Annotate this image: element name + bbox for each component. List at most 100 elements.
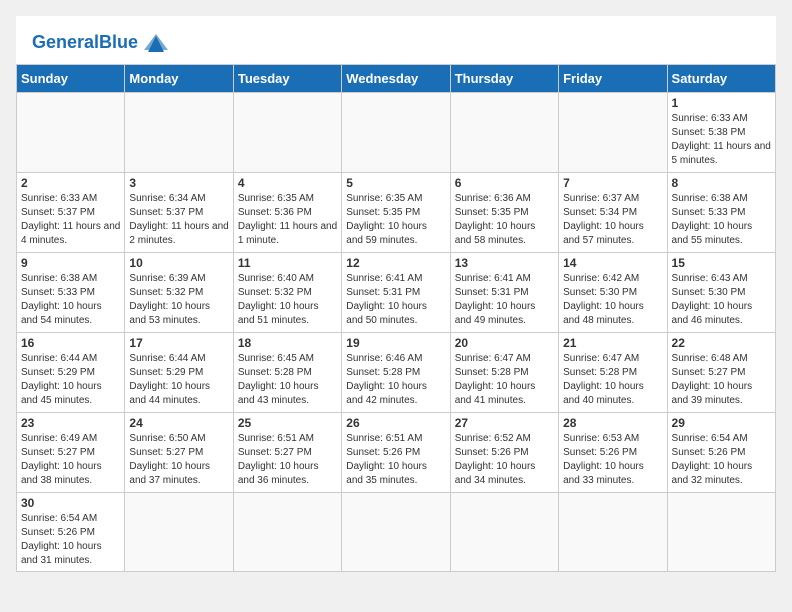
calendar-cell-1-3: 5 Sunrise: 6:35 AMSunset: 5:35 PMDaylight… [342,173,450,253]
day-number: 9 [21,256,120,270]
calendar-cell-4-6: 29 Sunrise: 6:54 AMSunset: 5:26 PMDayligh… [667,413,775,493]
logo-text: GeneralBlue [32,32,138,53]
day-number: 4 [238,176,337,190]
day-number: 23 [21,416,120,430]
day-info: Sunrise: 6:40 AMSunset: 5:32 PMDaylight:… [238,272,337,328]
day-header-friday: Friday [559,65,667,93]
calendar-cell-4-2: 25 Sunrise: 6:51 AMSunset: 5:27 PMDayligh… [233,413,341,493]
calendar-cell-5-3 [342,493,450,572]
calendar-cell-3-5: 21 Sunrise: 6:47 AMSunset: 5:28 PMDayligh… [559,333,667,413]
logo-general: General [32,32,99,52]
day-number: 15 [672,256,771,270]
day-number: 29 [672,416,771,430]
calendar-cell-3-4: 20 Sunrise: 6:47 AMSunset: 5:28 PMDayligh… [450,333,558,413]
calendar-cell-0-1 [125,93,233,173]
day-info: Sunrise: 6:38 AMSunset: 5:33 PMDaylight:… [21,272,120,328]
calendar-cell-5-5 [559,493,667,572]
day-info: Sunrise: 6:50 AMSunset: 5:27 PMDaylight:… [129,432,228,488]
day-number: 10 [129,256,228,270]
day-number: 18 [238,336,337,350]
day-info: Sunrise: 6:54 AMSunset: 5:26 PMDaylight:… [21,512,120,568]
calendar-cell-2-1: 10 Sunrise: 6:39 AMSunset: 5:32 PMDayligh… [125,253,233,333]
day-info: Sunrise: 6:43 AMSunset: 5:30 PMDaylight:… [672,272,771,328]
day-info: Sunrise: 6:38 AMSunset: 5:33 PMDaylight:… [672,192,771,248]
day-info: Sunrise: 6:51 AMSunset: 5:27 PMDaylight:… [238,432,337,488]
day-info: Sunrise: 6:53 AMSunset: 5:26 PMDaylight:… [563,432,662,488]
day-number: 19 [346,336,445,350]
calendar-week-4: 23 Sunrise: 6:49 AMSunset: 5:27 PMDayligh… [17,413,776,493]
day-number: 13 [455,256,554,270]
calendar-cell-0-2 [233,93,341,173]
day-info: Sunrise: 6:49 AMSunset: 5:27 PMDaylight:… [21,432,120,488]
day-number: 24 [129,416,228,430]
calendar-cell-0-3 [342,93,450,173]
calendar-cell-3-3: 19 Sunrise: 6:46 AMSunset: 5:28 PMDayligh… [342,333,450,413]
day-number: 16 [21,336,120,350]
day-info: Sunrise: 6:41 AMSunset: 5:31 PMDaylight:… [455,272,554,328]
day-info: Sunrise: 6:33 AMSunset: 5:37 PMDaylight:… [21,192,120,248]
calendar-cell-5-4 [450,493,558,572]
calendar-cell-1-6: 8 Sunrise: 6:38 AMSunset: 5:33 PMDaylight… [667,173,775,253]
calendar-table: SundayMondayTuesdayWednesdayThursdayFrid… [16,64,776,572]
calendar-cell-4-3: 26 Sunrise: 6:51 AMSunset: 5:26 PMDayligh… [342,413,450,493]
day-number: 22 [672,336,771,350]
day-number: 20 [455,336,554,350]
calendar-cell-5-6 [667,493,775,572]
day-number: 17 [129,336,228,350]
calendar-header-row: SundayMondayTuesdayWednesdayThursdayFrid… [17,65,776,93]
day-info: Sunrise: 6:47 AMSunset: 5:28 PMDaylight:… [455,352,554,408]
day-number: 12 [346,256,445,270]
calendar-cell-2-6: 15 Sunrise: 6:43 AMSunset: 5:30 PMDayligh… [667,253,775,333]
calendar-week-1: 2 Sunrise: 6:33 AMSunset: 5:37 PMDaylight… [17,173,776,253]
day-info: Sunrise: 6:46 AMSunset: 5:28 PMDaylight:… [346,352,445,408]
calendar-cell-2-0: 9 Sunrise: 6:38 AMSunset: 5:33 PMDaylight… [17,253,125,333]
calendar-cell-5-0: 30Sunrise: 6:54 AMSunset: 5:26 PMDayligh… [17,493,125,572]
calendar-cell-3-1: 17Sunrise: 6:44 AMSunset: 5:29 PMDayligh… [125,333,233,413]
calendar-cell-5-1 [125,493,233,572]
day-number: 5 [346,176,445,190]
calendar-cell-4-4: 27Sunrise: 6:52 AMSunset: 5:26 PMDayligh… [450,413,558,493]
day-number: 11 [238,256,337,270]
day-number: 25 [238,416,337,430]
calendar-cell-2-3: 12 Sunrise: 6:41 AMSunset: 5:31 PMDayligh… [342,253,450,333]
day-number: 1 [672,96,771,110]
day-info: Sunrise: 6:44 AMSunset: 5:29 PMDaylight:… [21,352,120,408]
calendar-cell-3-6: 22Sunrise: 6:48 AMSunset: 5:27 PMDayligh… [667,333,775,413]
calendar-cell-5-2 [233,493,341,572]
day-number: 3 [129,176,228,190]
day-header-monday: Monday [125,65,233,93]
day-header-sunday: Sunday [17,65,125,93]
calendar-cell-1-5: 7Sunrise: 6:37 AMSunset: 5:34 PMDaylight… [559,173,667,253]
calendar-cell-1-0: 2 Sunrise: 6:33 AMSunset: 5:37 PMDaylight… [17,173,125,253]
day-info: Sunrise: 6:35 AMSunset: 5:36 PMDaylight:… [238,192,337,248]
day-info: Sunrise: 6:51 AMSunset: 5:26 PMDaylight:… [346,432,445,488]
day-info: Sunrise: 6:33 AMSunset: 5:38 PMDaylight:… [672,112,771,168]
day-info: Sunrise: 6:42 AMSunset: 5:30 PMDaylight:… [563,272,662,328]
calendar-cell-0-5 [559,93,667,173]
day-number: 26 [346,416,445,430]
day-info: Sunrise: 6:41 AMSunset: 5:31 PMDaylight:… [346,272,445,328]
calendar-cell-2-5: 14 Sunrise: 6:42 AMSunset: 5:30 PMDayligh… [559,253,667,333]
logo-blue: Blue [99,32,138,52]
calendar-cell-0-0 [17,93,125,173]
calendar-cell-0-6: 1 Sunrise: 6:33 AMSunset: 5:38 PMDaylight… [667,93,775,173]
day-info: Sunrise: 6:54 AMSunset: 5:26 PMDaylight:… [672,432,771,488]
day-number: 21 [563,336,662,350]
day-header-wednesday: Wednesday [342,65,450,93]
day-info: Sunrise: 6:52 AMSunset: 5:26 PMDaylight:… [455,432,554,488]
logo: GeneralBlue [32,28,172,56]
day-number: 2 [21,176,120,190]
day-number: 8 [672,176,771,190]
calendar-cell-0-4 [450,93,558,173]
calendar-week-3: 16 Sunrise: 6:44 AMSunset: 5:29 PMDayligh… [17,333,776,413]
day-info: Sunrise: 6:47 AMSunset: 5:28 PMDaylight:… [563,352,662,408]
day-info: Sunrise: 6:35 AMSunset: 5:35 PMDaylight:… [346,192,445,248]
calendar-cell-1-4: 6Sunrise: 6:36 AMSunset: 5:35 PMDaylight… [450,173,558,253]
calendar-cell-1-2: 4 Sunrise: 6:35 AMSunset: 5:36 PMDaylight… [233,173,341,253]
day-header-saturday: Saturday [667,65,775,93]
day-number: 14 [563,256,662,270]
calendar-week-5: 30Sunrise: 6:54 AMSunset: 5:26 PMDayligh… [17,493,776,572]
day-info: Sunrise: 6:39 AMSunset: 5:32 PMDaylight:… [129,272,228,328]
calendar-cell-1-1: 3Sunrise: 6:34 AMSunset: 5:37 PMDaylight… [125,173,233,253]
logo-icon [140,28,172,56]
